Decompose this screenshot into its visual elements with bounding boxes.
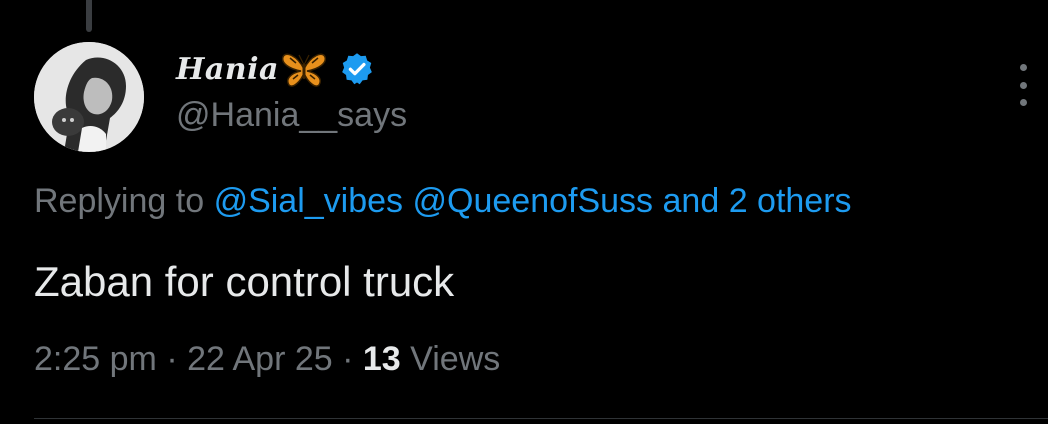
tweet-text: Zaban for control truck [34, 258, 455, 305]
tweet-meta: 2:25 pm · 22 Apr 25 · 13 Views [34, 340, 500, 379]
tweet-time[interactable]: 2:25 pm [34, 340, 157, 378]
display-name[interactable]: Hania [176, 52, 279, 87]
views-count[interactable]: 13 [363, 340, 401, 378]
replying-to-label: Replying to [34, 182, 205, 220]
avatar[interactable] [34, 42, 144, 152]
thread-connector-line [86, 0, 92, 32]
meta-separator: · [166, 340, 178, 378]
more-dot [1019, 99, 1027, 106]
butterfly-icon [281, 49, 327, 89]
replying-to-line: Replying to @Sial_vibes @QueenofSuss and… [34, 182, 852, 221]
more-dot [1019, 64, 1027, 71]
views-label: Views [410, 340, 501, 378]
divider [34, 418, 1048, 419]
tweet-date[interactable]: 22 Apr 25 [187, 340, 333, 378]
mention-link[interactable]: @QueenofSuss [413, 182, 654, 220]
author-name-row: Hania [176, 44, 375, 94]
meta-separator: · [342, 340, 354, 378]
mention-link[interactable]: @Sial_vibes [214, 182, 404, 220]
avatar-image [34, 42, 144, 152]
more-options-icon[interactable] [1010, 64, 1036, 106]
author-handle[interactable]: @Hania__says [176, 96, 407, 135]
verified-badge-icon[interactable] [339, 51, 375, 87]
others-link[interactable]: and 2 others [663, 182, 852, 220]
more-dot [1019, 81, 1027, 89]
